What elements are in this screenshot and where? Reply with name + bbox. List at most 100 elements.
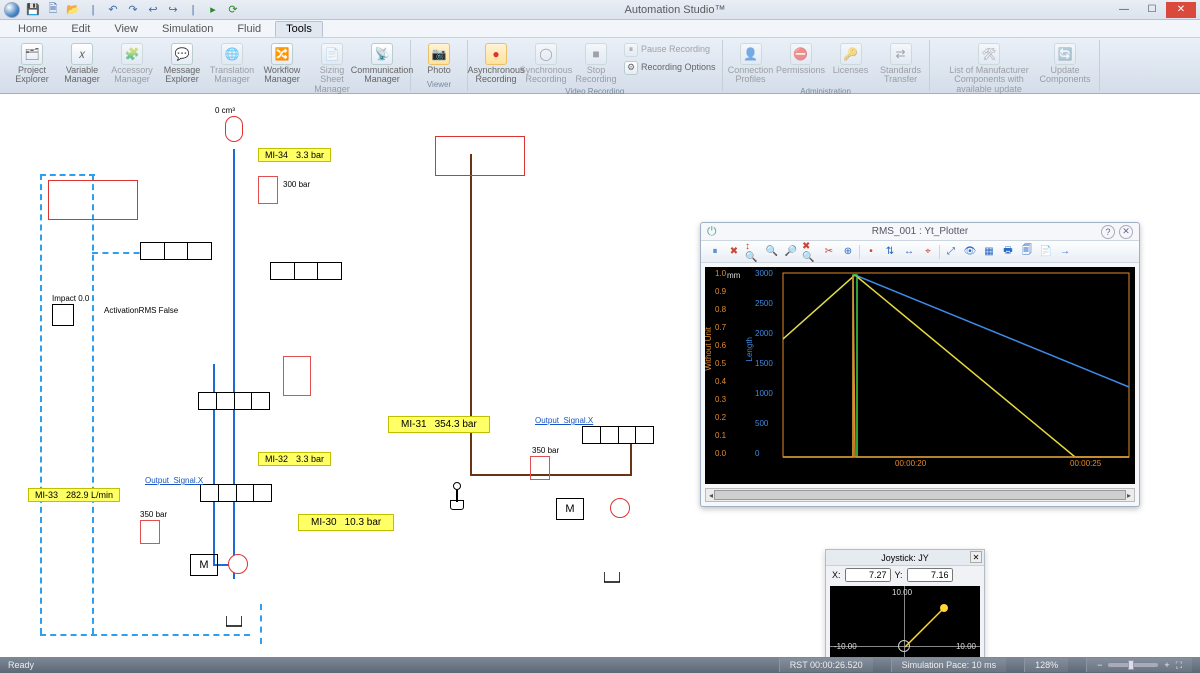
check-valve-pair[interactable] [283, 356, 311, 396]
power-icon[interactable]: ⏻ [707, 224, 717, 239]
sync-recording-button[interactable]: ◯Synchronous Recording [522, 42, 570, 86]
scroll-right-icon[interactable]: ▸ [1124, 489, 1134, 501]
vzoom-icon[interactable]: ↕🔍 [745, 244, 761, 260]
joystick-titlebar[interactable]: Joystick: JY ✕ [826, 550, 984, 566]
grid-icon[interactable]: ▦ [981, 244, 997, 260]
snip-icon[interactable]: ✂ [821, 244, 837, 260]
tab-edit[interactable]: Edit [61, 22, 100, 36]
scroll-thumb[interactable] [714, 490, 1126, 500]
translation-manager-button[interactable]: 🌐Translation Manager [208, 42, 256, 95]
output-signal-link-2[interactable]: Output_Signal.X [535, 416, 593, 425]
zoomarea-icon[interactable]: 🔎 [783, 244, 799, 260]
qat-play-icon[interactable]: ▸ [206, 3, 220, 17]
joystick-symbol[interactable] [448, 482, 466, 512]
pump-left-symbol[interactable] [228, 554, 248, 574]
tab-home[interactable]: Home [8, 22, 57, 36]
recording-options-button[interactable]: ⚙Recording Options [622, 60, 718, 76]
list-updates-button[interactable]: 🛠List of Manufacturer Components with av… [939, 42, 1039, 95]
directional-valve-1[interactable] [140, 242, 212, 260]
window-maximize-button[interactable]: ☐ [1138, 2, 1166, 18]
qat-redo-icon[interactable]: ↷ [126, 3, 140, 17]
relief-valve-symbol[interactable] [258, 176, 278, 204]
crosshair-icon[interactable]: ⌖ [920, 244, 936, 260]
joystick-plot[interactable]: 10.00 -10.00 -10.00 10.00 [830, 586, 980, 657]
qat-save-icon[interactable]: 💾 [26, 3, 40, 17]
measurement-mi31[interactable]: MI-31 354.3 bar [388, 416, 490, 433]
licenses-button[interactable]: 🔑Licenses [827, 42, 875, 86]
close-icon[interactable]: ✕ [1119, 225, 1133, 239]
print-icon[interactable]: 🖶 [1000, 244, 1016, 260]
directional-valve-3[interactable] [198, 392, 270, 410]
output-signal-link-1[interactable]: Output_Signal.X [145, 476, 203, 485]
tab-simulation[interactable]: Simulation [152, 22, 223, 36]
vpan-icon[interactable]: ⇅ [882, 244, 898, 260]
qat-open-icon[interactable]: 📂 [66, 3, 80, 17]
permissions-button[interactable]: ⛔Permissions [777, 42, 825, 86]
copy-icon[interactable]: 🗐 [1019, 244, 1035, 260]
joystick-y-input[interactable] [907, 568, 953, 582]
tab-fluid[interactable]: Fluid [227, 22, 271, 36]
zoom-out-icon[interactable]: − [1097, 660, 1102, 670]
expand-icon[interactable]: ⤢ [943, 244, 959, 260]
directional-valve-5[interactable] [582, 426, 654, 444]
workflow-manager-button[interactable]: 🔀Workflow Manager [258, 42, 306, 95]
measurement-mi34[interactable]: MI-34 3.3 bar [258, 148, 331, 162]
zoom-slider[interactable] [1108, 663, 1158, 667]
qat-fwd-icon[interactable]: ↪ [166, 3, 180, 17]
plot-area[interactable]: Without Unit Length mm 1.0 0.9 0.8 0.7 0… [705, 267, 1135, 484]
fit-icon[interactable]: ⛶ [1176, 660, 1182, 671]
relief-valve-2[interactable] [140, 520, 160, 544]
impact-sensor-symbol[interactable] [52, 304, 74, 326]
plot-scrollbar[interactable]: ◂ ▸ [705, 488, 1135, 502]
update-components-button[interactable]: 🔄Update Components [1041, 42, 1089, 95]
zoomin-icon[interactable]: 🔍 [764, 244, 780, 260]
target-icon[interactable]: ⊕ [840, 244, 856, 260]
close-icon[interactable]: ✕ [970, 551, 982, 563]
joystick-position-dot[interactable] [940, 604, 948, 612]
zoomreset-icon[interactable]: ✖🔍 [802, 244, 818, 260]
project-explorer-button[interactable]: 🗂Project Explorer [8, 42, 56, 95]
accessory-manager-button[interactable]: 🧩Accessory Manager [108, 42, 156, 95]
connection-profiles-button[interactable]: 👤Connection Profiles [727, 42, 775, 86]
cylinder-left-symbol[interactable] [48, 180, 138, 220]
async-recording-button[interactable]: ●Asynchronous Recording [472, 42, 520, 86]
pause-recording-button[interactable]: ⏸Pause Recording [622, 42, 718, 58]
qat-new-icon[interactable]: 🗎 [46, 3, 60, 17]
joystick-panel[interactable]: Joystick: JY ✕ X: Y: 10.00 -10.00 -10.00… [825, 549, 985, 657]
window-close-button[interactable]: ✕ [1166, 2, 1196, 18]
plotter-panel[interactable]: ⏻ RMS_001 : Yt_Plotter ? ✕ ⏸ ✖ ↕🔍 🔍 🔎 ✖🔍… [700, 222, 1140, 507]
zoom-in-icon[interactable]: + [1164, 660, 1169, 670]
page-icon[interactable]: 📄 [1038, 244, 1054, 260]
photo-button[interactable]: 📷Photo [415, 42, 463, 76]
joystick-x-input[interactable] [845, 568, 891, 582]
export-icon[interactable]: → [1057, 244, 1073, 260]
hpan-icon[interactable]: ↔ [901, 244, 917, 260]
motor-right-symbol[interactable]: M [556, 498, 584, 520]
qat-refresh-icon[interactable]: ⟳ [226, 3, 240, 17]
qat-back-icon[interactable]: ↩ [146, 3, 160, 17]
pump-right-symbol[interactable] [610, 498, 630, 518]
motor-left-symbol[interactable]: M [190, 554, 218, 576]
accumulator-symbol[interactable] [225, 116, 243, 142]
tab-tools[interactable]: Tools [275, 21, 323, 37]
tab-view[interactable]: View [104, 22, 148, 36]
help-icon[interactable]: ? [1101, 225, 1115, 239]
qat-undo-icon[interactable]: ↶ [106, 3, 120, 17]
directional-valve-2[interactable] [270, 262, 342, 280]
plotter-titlebar[interactable]: ⏻ RMS_001 : Yt_Plotter ? ✕ [701, 223, 1139, 241]
measurement-mi30[interactable]: MI-30 10.3 bar [298, 514, 394, 531]
clear-icon[interactable]: ✖ [726, 244, 742, 260]
workspace[interactable]: 0 cm³ MI-34 3.3 bar 300 bar Impact 0.0 A… [0, 94, 1200, 657]
directional-valve-4[interactable] [200, 484, 272, 502]
communication-manager-button[interactable]: 📡Communication Manager [358, 42, 406, 95]
cylinder-right-symbol[interactable] [435, 136, 525, 176]
eye-icon[interactable]: 👁 [962, 244, 978, 260]
standards-transfer-button[interactable]: ⇄Standards Transfer [877, 42, 925, 86]
stop-recording-button[interactable]: ■Stop Recording [572, 42, 620, 86]
marker-icon[interactable]: • [863, 244, 879, 260]
pause-icon[interactable]: ⏸ [707, 244, 723, 260]
window-minimize-button[interactable]: — [1110, 2, 1138, 18]
measurement-mi32[interactable]: MI-32 3.3 bar [258, 452, 331, 466]
sizing-sheet-manager-button[interactable]: 📄Sizing Sheet Manager [308, 42, 356, 95]
variable-manager-button[interactable]: 𝑥Variable Manager [58, 42, 106, 95]
